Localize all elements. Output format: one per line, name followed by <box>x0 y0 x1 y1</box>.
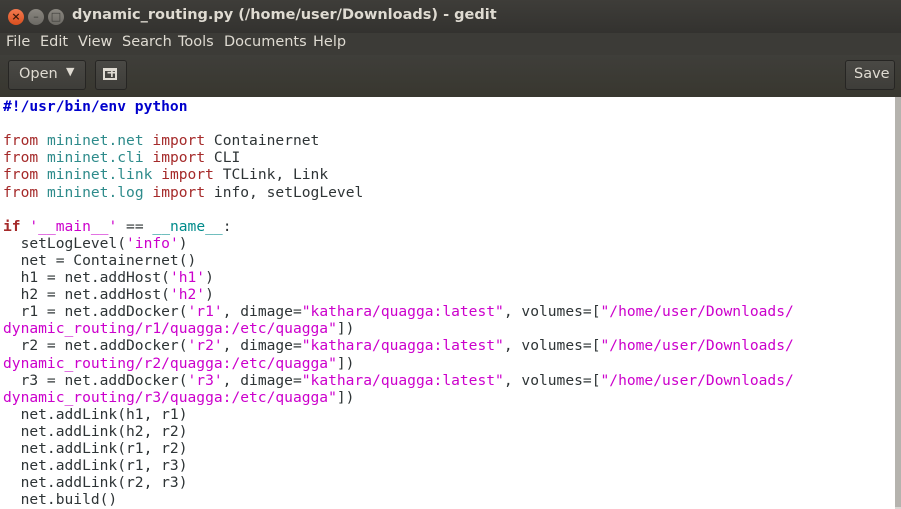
menu-search[interactable]: Search <box>122 34 172 50</box>
code-line[interactable]: from mininet.cli import CLI <box>3 149 240 166</box>
vertical-scrollbar[interactable] <box>895 97 901 509</box>
title-bar: × – □ dynamic_routing.py (/home/user/Dow… <box>0 0 901 33</box>
code-line[interactable]: #!/usr/bin/env python <box>3 98 188 115</box>
code-line[interactable]: from mininet.link import TCLink, Link <box>3 166 328 183</box>
code-line[interactable]: r2 = net.addDocker('r2', dimage="kathara… <box>3 337 794 354</box>
scrollbar-thumb[interactable] <box>895 97 901 507</box>
code-line[interactable]: net.addLink(r2, r3) <box>3 474 188 491</box>
menu-file[interactable]: File <box>6 34 30 50</box>
menu-tools[interactable]: Tools <box>178 34 214 50</box>
open-button[interactable]: Open ▼ <box>8 60 86 90</box>
code-line[interactable]: r1 = net.addDocker('r1', dimage="kathara… <box>3 303 794 320</box>
code-line[interactable]: h2 = net.addHost('h2') <box>3 286 214 303</box>
code-line[interactable]: net.addLink(h1, r1) <box>3 406 188 423</box>
maximize-icon[interactable]: □ <box>48 9 64 25</box>
menu-help[interactable]: Help <box>313 34 346 50</box>
code-line[interactable]: h1 = net.addHost('h1') <box>3 269 214 286</box>
code-line[interactable]: net = Containernet() <box>3 252 197 269</box>
menu-edit[interactable]: Edit <box>40 34 68 50</box>
code-line[interactable]: dynamic_routing/r3/quagga:/etc/quagga"]) <box>3 389 354 406</box>
code-line[interactable]: if '__main__' == __name__: <box>3 218 232 235</box>
code-line[interactable]: net.addLink(r1, r3) <box>3 457 188 474</box>
code-line[interactable]: dynamic_routing/r2/quagga:/etc/quagga"]) <box>3 355 354 372</box>
plus-icon: + <box>106 65 118 81</box>
code-line[interactable]: r3 = net.addDocker('r3', dimage="kathara… <box>3 372 794 389</box>
menu-documents[interactable]: Documents <box>224 34 307 50</box>
code-line[interactable]: dynamic_routing/r1/quagga:/etc/quagga"]) <box>3 320 354 337</box>
open-button-label: Open <box>19 66 58 82</box>
menu-bar: File Edit View Search Tools Documents He… <box>0 33 901 55</box>
code-line[interactable]: from mininet.log import info, setLogLeve… <box>3 184 363 201</box>
code-line[interactable]: from mininet.net import Containernet <box>3 132 319 149</box>
code-line[interactable]: setLogLevel('info') <box>3 235 188 252</box>
save-button-label: Save <box>854 66 890 82</box>
new-tab-button[interactable]: + <box>95 60 127 90</box>
chevron-down-icon: ▼ <box>66 65 75 78</box>
code-line[interactable]: net.addLink(r1, r2) <box>3 440 188 457</box>
window-title: dynamic_routing.py (/home/user/Downloads… <box>72 7 497 23</box>
code-line[interactable]: net.addLink(h2, r2) <box>3 423 188 440</box>
menu-view[interactable]: View <box>78 34 112 50</box>
save-button[interactable]: Save <box>845 60 895 90</box>
toolbar: Open ▼ + Save <box>0 55 901 98</box>
minimize-icon[interactable]: – <box>28 9 44 25</box>
code-line[interactable]: net.build() <box>3 491 118 508</box>
close-icon[interactable]: × <box>8 9 24 25</box>
code-editor[interactable]: #!/usr/bin/env python from mininet.net im… <box>0 97 895 509</box>
